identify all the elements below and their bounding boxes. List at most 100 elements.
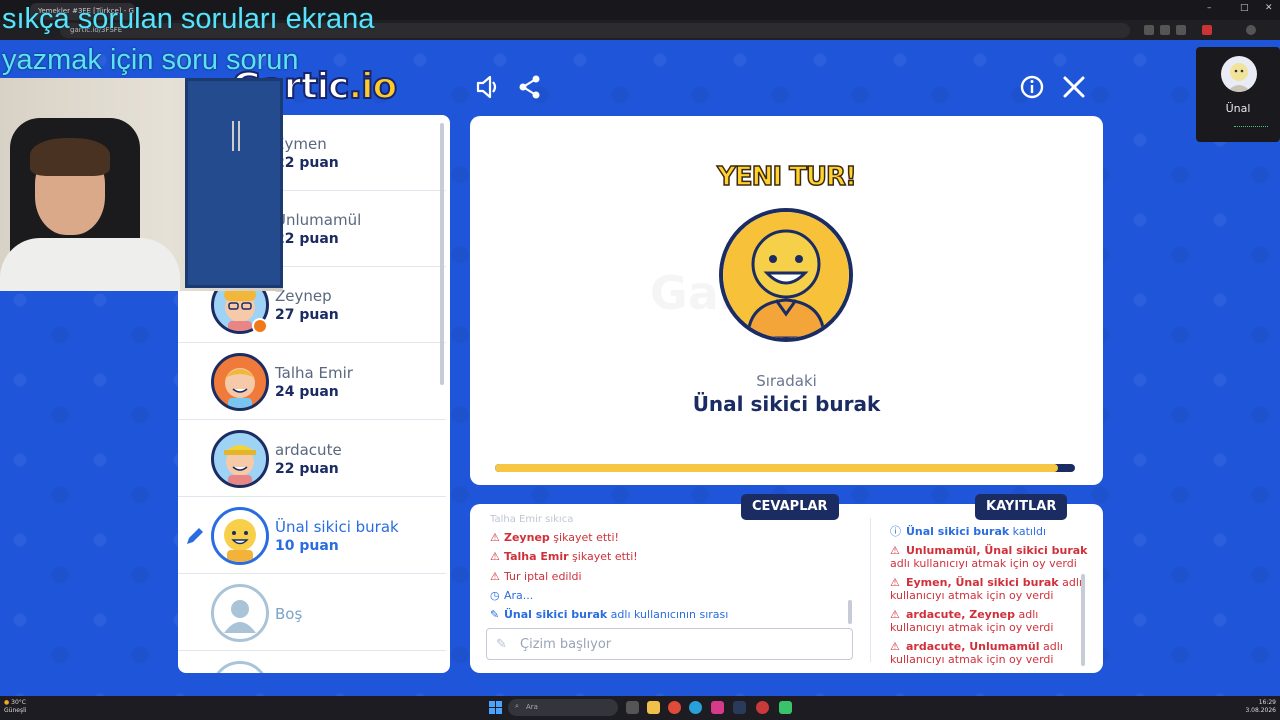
player-score: 10 puan (275, 538, 339, 554)
answer-message: ⚠ Talha Emir şikayet etti! (490, 550, 638, 563)
edge-icon[interactable] (689, 701, 702, 714)
answer-message: ⚠ Tur iptal edildi (490, 570, 582, 583)
pencil-icon: ✎ (490, 608, 500, 621)
warning-icon: ⚠ (490, 570, 500, 583)
webcam-person-shirt (0, 238, 180, 291)
player-row-active[interactable]: Ünal sikici burak 10 puan (178, 498, 446, 574)
logo-suffix: .io (347, 65, 398, 108)
maximize-icon[interactable]: □ (1240, 3, 1249, 13)
steam-icon[interactable] (733, 701, 746, 714)
log-entry: ⓘ Ünal sikici burak katıldı (890, 525, 1047, 538)
taskbar: ● 30°C Güneşli ⌕ Ara 16:29 3.08.2026 (0, 696, 1280, 720)
taskbar-clock[interactable]: 16:29 3.08.2026 (1242, 699, 1276, 715)
taskbar-search[interactable]: ⌕ Ara (508, 699, 618, 716)
chrome-icon[interactable] (668, 701, 681, 714)
next-player-name: Ünal sikici burak (692, 392, 881, 416)
player-score: 24 puan (275, 384, 339, 400)
player-avatar (211, 353, 269, 411)
info-icon[interactable] (1019, 74, 1045, 100)
tab-answers[interactable]: CEVAPLAR (741, 494, 839, 520)
webcam-person-hair (30, 138, 110, 176)
round-panel: Gartic YENI TUR! Sıradaki Ünal sikici bu… (470, 116, 1103, 485)
weather-desc: Güneşli (4, 707, 27, 714)
weather-widget[interactable]: ● 30°C Güneşli (4, 699, 26, 715)
extension-icon[interactable] (1202, 25, 1212, 35)
player-name: Talha Emir (275, 364, 353, 382)
minimize-icon[interactable]: – (1207, 3, 1212, 13)
warning-icon: ⚠ (890, 576, 900, 589)
logs-scrollbar[interactable] (1081, 574, 1085, 666)
player-list-scrollbar[interactable] (440, 123, 444, 385)
empty-avatar-icon (211, 661, 269, 673)
next-player-avatar (719, 208, 853, 342)
webcam-wardrobe (185, 78, 283, 288)
player-score: 27 puan (275, 307, 339, 323)
empty-avatar-icon (211, 584, 269, 642)
answer-input[interactable]: ✎ Çizim başlıyor (486, 628, 853, 660)
file-explorer-icon[interactable] (647, 701, 660, 714)
cast-icon[interactable] (1160, 25, 1170, 35)
player-score: 22 puan (275, 155, 339, 171)
warning-icon: ⚠ (890, 608, 900, 621)
next-label: Sıradaki (756, 372, 817, 390)
chat-panel: CEVAPLAR KAYITLAR Talha Emir sıkıca ⚠ Zey… (470, 494, 1103, 673)
user-video-tile[interactable]: Ünal (1196, 47, 1280, 142)
warning-icon: ⚠ (890, 544, 900, 557)
player-name: Unlumamül (275, 211, 362, 229)
drawing-pencil-icon (187, 528, 203, 544)
overlay-text-line1: sıkça sorulan soruları ekrana (2, 3, 375, 35)
answer-input-placeholder: Çizim başlıyor (520, 637, 612, 652)
log-entry: ⚠ ardacute, Zeynep adlı kullanıcıyı atmak … (890, 608, 1054, 634)
player-row-empty: Boş (178, 575, 446, 651)
overlay-text-line2: yazmak için soru sorun (2, 44, 299, 76)
clock-date: 3.08.2026 (1245, 707, 1276, 714)
answer-message: ◷ Ara... (490, 589, 534, 602)
search-icon: ⌕ (515, 702, 519, 710)
player-row[interactable]: ardacute 22 puan (178, 421, 446, 497)
round-progress-fill (495, 464, 1058, 472)
user-name: Ünal (1225, 102, 1251, 115)
close-icon[interactable] (1061, 74, 1087, 100)
bookmark-icon[interactable] (1176, 25, 1186, 35)
player-name: Zeynep (275, 287, 332, 305)
profile-icon[interactable] (1246, 25, 1256, 35)
webcam-overlay (0, 78, 283, 291)
pencil-icon: ✎ (496, 637, 507, 652)
task-view-icon[interactable] (626, 701, 639, 714)
player-score: 22 puan (275, 461, 339, 477)
status-dot (252, 318, 268, 334)
player-name: Ünal sikici burak (275, 518, 399, 536)
instagram-icon[interactable] (711, 701, 724, 714)
player-name: ardacute (275, 441, 342, 459)
warning-icon: ⚠ (490, 550, 500, 563)
player-row-empty (178, 652, 446, 673)
sun-icon: ● (4, 699, 10, 706)
panel-divider (870, 518, 871, 662)
windows-start-icon[interactable] (489, 701, 502, 714)
player-name: Boş (275, 605, 303, 623)
answers-scrollbar[interactable] (848, 600, 852, 624)
player-avatar (211, 507, 269, 565)
answer-partial-top: Talha Emir sıkıca (490, 514, 574, 525)
answer-message: ✎ Ünal sikici burak adlı kullanıcının sır… (490, 608, 729, 621)
speaking-indicator (1234, 125, 1268, 127)
log-entry: ⚠ ardacute, Unlumamül adlı kullanıcıyı atm… (890, 640, 1063, 666)
clock-icon: ◷ (490, 589, 500, 602)
share-icon[interactable] (517, 74, 543, 100)
weather-temp: 30°C (11, 699, 26, 706)
user-avatar (1221, 56, 1257, 92)
info-icon: ⓘ (890, 525, 901, 538)
whatsapp-icon[interactable] (779, 701, 792, 714)
player-score: 22 puan (275, 231, 339, 247)
warning-icon: ⚠ (490, 531, 500, 544)
close-window-icon[interactable]: ✕ (1265, 3, 1273, 13)
sound-icon[interactable] (475, 74, 501, 100)
translate-icon[interactable] (1144, 25, 1154, 35)
log-entry: ⚠ Unlumamül, Ünal sikici burak adlı kullan… (890, 544, 1088, 570)
player-row[interactable]: Talha Emir 24 puan (178, 344, 446, 420)
game-app-icon[interactable] (756, 701, 769, 714)
tab-logs[interactable]: KAYITLAR (975, 494, 1068, 520)
clock-time: 16:29 (1258, 699, 1276, 706)
warning-icon: ⚠ (890, 640, 900, 653)
answer-message: ⚠ Zeynep şikayet etti! (490, 531, 619, 544)
